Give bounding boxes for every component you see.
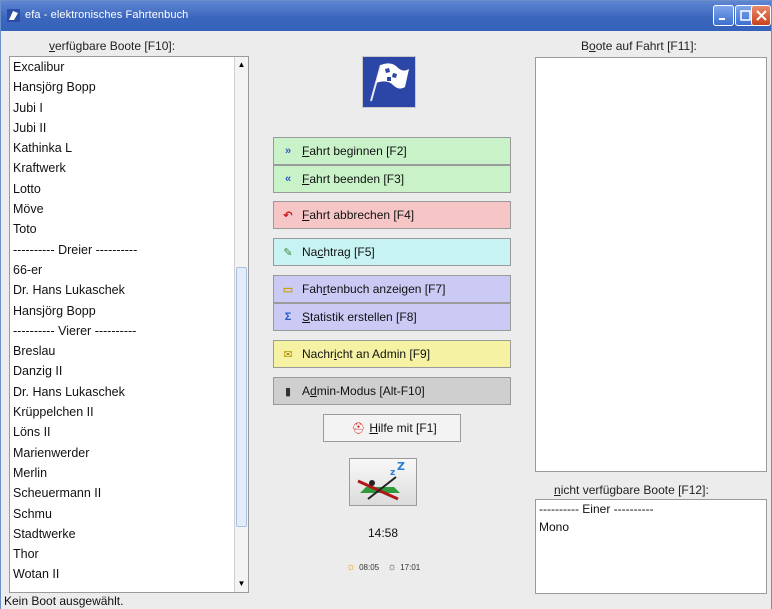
double-right-arrow-icon: » bbox=[284, 145, 292, 157]
help-lifebuoy-icon: ⛑ bbox=[351, 422, 366, 435]
sleeping-rower-icon: z Z bbox=[357, 460, 405, 501]
sigma-icon: Σ bbox=[284, 311, 292, 323]
list-item[interactable]: ---------- Vierer ---------- bbox=[10, 321, 248, 341]
admin-mode-label: Admin-Modus [Alt-F10] bbox=[302, 384, 425, 398]
scroll-thumb[interactable] bbox=[236, 267, 247, 527]
list-item[interactable]: Kraftwerk bbox=[10, 158, 248, 178]
list-item[interactable]: Mono bbox=[536, 518, 766, 536]
late-entry-label: Nachtrag [F5] bbox=[302, 245, 375, 259]
abort-trip-label: Fahrt abbrechen [F4] bbox=[302, 208, 415, 222]
efa-info-picture-button[interactable]: z Z bbox=[349, 458, 417, 506]
admin-mode-button[interactable]: ▮ Admin-Modus [Alt-F10] bbox=[273, 377, 511, 405]
list-item[interactable]: Merlin bbox=[10, 463, 248, 483]
list-item[interactable]: Krüppelchen II bbox=[10, 402, 248, 422]
boats-on-trip-list[interactable] bbox=[535, 57, 767, 472]
list-item[interactable]: ---------- Dreier ---------- bbox=[10, 240, 248, 260]
svg-text:Z: Z bbox=[397, 460, 405, 473]
close-icon bbox=[756, 10, 767, 21]
list-item[interactable]: Toto bbox=[10, 219, 248, 239]
late-entry-button[interactable]: ✎ Nachtrag [F5] bbox=[273, 238, 511, 266]
edit-icon: ✎ bbox=[283, 246, 293, 259]
end-trip-button[interactable]: « Fahrt beenden [F3] bbox=[273, 165, 511, 193]
scroll-up-arrow-icon[interactable]: ▲ bbox=[236, 59, 247, 71]
show-logbook-button[interactable]: ▭ Fahrtenbuch anzeigen [F7] bbox=[273, 275, 511, 303]
close-button[interactable] bbox=[751, 5, 771, 26]
sunrise-time: 08:05 bbox=[359, 562, 380, 572]
list-item[interactable]: Wotan II bbox=[10, 564, 248, 584]
book-icon: ▭ bbox=[282, 283, 294, 296]
scroll-down-arrow-icon[interactable]: ▼ bbox=[236, 578, 247, 590]
envelope-icon: ✉ bbox=[283, 348, 293, 361]
double-left-arrow-icon: « bbox=[284, 173, 292, 185]
clock-time: 14:58 bbox=[368, 526, 399, 540]
list-item[interactable]: Excalibur bbox=[10, 57, 248, 77]
list-item[interactable]: Breslau bbox=[10, 341, 248, 361]
sunrise-icon: ☼ bbox=[346, 561, 357, 573]
available-list-scrollbar[interactable]: ▲ ▼ bbox=[234, 57, 248, 592]
admin-key-icon: ▮ bbox=[284, 385, 292, 398]
available-boats-label: verfügbare Boote [F10]: bbox=[49, 39, 176, 53]
efa-main-window: efa - elektronisches Fahrtenbuch verfügb… bbox=[0, 0, 772, 609]
list-item[interactable]: Danzig II bbox=[10, 361, 248, 381]
undo-arrow-icon: ↶ bbox=[283, 209, 293, 222]
list-item[interactable]: Lotto bbox=[10, 179, 248, 199]
help-label: Hilfe mit [F1] bbox=[369, 421, 437, 435]
list-item[interactable]: Hansjörg Bopp bbox=[10, 301, 248, 321]
help-button[interactable]: ⛑ Hilfe mit [F1] bbox=[323, 414, 461, 442]
app-icon bbox=[7, 9, 20, 22]
create-statistics-label: Statistik erstellen [F8] bbox=[302, 310, 417, 324]
show-logbook-label: Fahrtenbuch anzeigen [F7] bbox=[302, 282, 446, 296]
list-item[interactable]: Schmu bbox=[10, 504, 248, 524]
list-item[interactable]: Kathinka L bbox=[10, 138, 248, 158]
status-bar: Kein Boot ausgewählt. bbox=[1, 594, 771, 609]
create-statistics-button[interactable]: Σ Statistik erstellen [F8] bbox=[273, 303, 511, 331]
list-item[interactable]: Scheuermann II bbox=[10, 483, 248, 503]
list-item[interactable]: ---------- Einer ---------- bbox=[536, 500, 766, 518]
list-item[interactable]: Dr. Hans Lukaschek bbox=[10, 280, 248, 300]
list-item[interactable]: 66-er bbox=[10, 260, 248, 280]
end-trip-label: Fahrt beenden [F3] bbox=[302, 172, 405, 186]
list-item[interactable]: Marienwerder bbox=[10, 443, 248, 463]
title-bar[interactable]: efa - elektronisches Fahrtenbuch bbox=[1, 1, 771, 31]
list-item[interactable]: Stadtwerke bbox=[10, 524, 248, 544]
sunset-time: 17:01 bbox=[400, 562, 421, 572]
unavailable-boats-list[interactable]: ---------- Einer ---------- Mono bbox=[535, 499, 767, 594]
flag-logo-icon bbox=[363, 57, 415, 107]
list-item[interactable]: Möve bbox=[10, 199, 248, 219]
message-to-admin-label: Nachricht an Admin [F9] bbox=[302, 347, 431, 361]
list-item[interactable]: Jubi II bbox=[10, 118, 248, 138]
efa-logo bbox=[362, 56, 416, 108]
sun-times: ☼ 08:05 ☼ 17:01 bbox=[346, 561, 420, 573]
list-item[interactable]: Thor bbox=[10, 544, 248, 564]
unavailable-boats-label: nicht verfügbare Boote [F12]: bbox=[554, 483, 709, 497]
list-item[interactable]: Hansjörg Bopp bbox=[10, 77, 248, 97]
svg-text:z: z bbox=[390, 468, 395, 478]
list-item[interactable]: Dr. Hans Lukaschek bbox=[10, 382, 248, 402]
window-title: efa - elektronisches Fahrtenbuch bbox=[25, 9, 189, 21]
available-boats-list[interactable]: Excalibur Hansjörg Bopp Jubi I Jubi II Kathi… bbox=[9, 56, 249, 593]
abort-trip-button[interactable]: ↶ Fahrt abbrechen [F4] bbox=[273, 201, 511, 229]
minimize-button[interactable] bbox=[713, 5, 734, 26]
sunset-icon: ☼ bbox=[387, 561, 398, 573]
message-to-admin-button[interactable]: ✉ Nachricht an Admin [F9] bbox=[273, 340, 511, 368]
list-item[interactable]: Löns II bbox=[10, 422, 248, 442]
start-trip-label: Fahrt beginnen [F2] bbox=[302, 144, 407, 158]
list-item[interactable]: Jubi I bbox=[10, 98, 248, 118]
start-trip-button[interactable]: » Fahrt beginnen [F2] bbox=[273, 137, 511, 165]
boats-on-trip-label: Boote auf Fahrt [F11]: bbox=[581, 39, 697, 53]
